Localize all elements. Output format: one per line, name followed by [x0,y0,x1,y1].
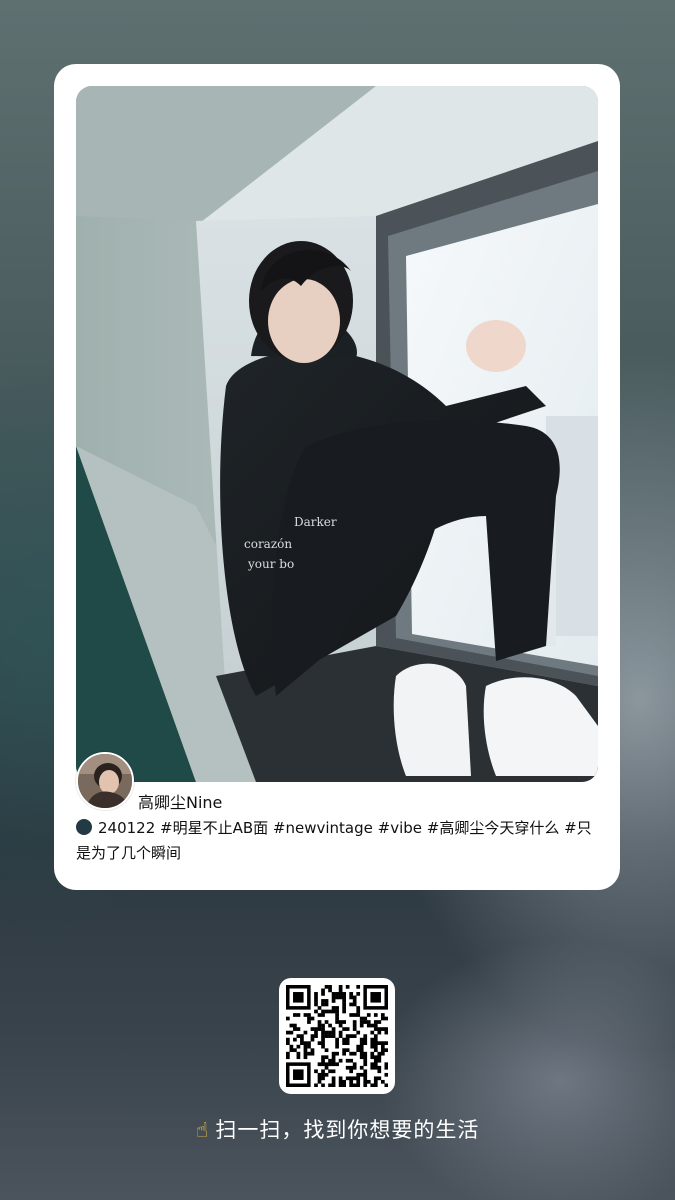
shirt-print-text: Darker [294,515,337,529]
author-avatar[interactable] [76,752,134,810]
avatar-illustration [78,754,132,808]
post-photo[interactable]: Darker corazón your bo [76,86,598,782]
post-caption: 240122 #明星不止AB面 #newvintage #vibe #高卿尘今天… [76,816,606,866]
qr-code[interactable] [279,978,395,1094]
caption-text: 240122 #明星不止AB面 #newvintage #vibe #高卿尘今天… [76,819,592,862]
author-name[interactable]: 高卿尘Nine [138,789,222,813]
shirt-print-text: corazón [244,537,292,551]
qr-code-pattern [286,985,388,1087]
shirt-print-text: your bo [247,557,294,571]
scan-prompt: ☝ 扫一扫，找到你想要的生活 [0,1114,675,1144]
scan-prompt-text: 扫一扫，找到你想要的生活 [215,1118,480,1142]
pointing-up-hand-icon: ☝ [195,1118,210,1142]
caption-dot-icon [76,819,92,835]
post-card: Darker corazón your bo 高卿尘Nine 240122 #明… [54,64,620,890]
photo-illustration: Darker corazón your bo [76,86,598,782]
